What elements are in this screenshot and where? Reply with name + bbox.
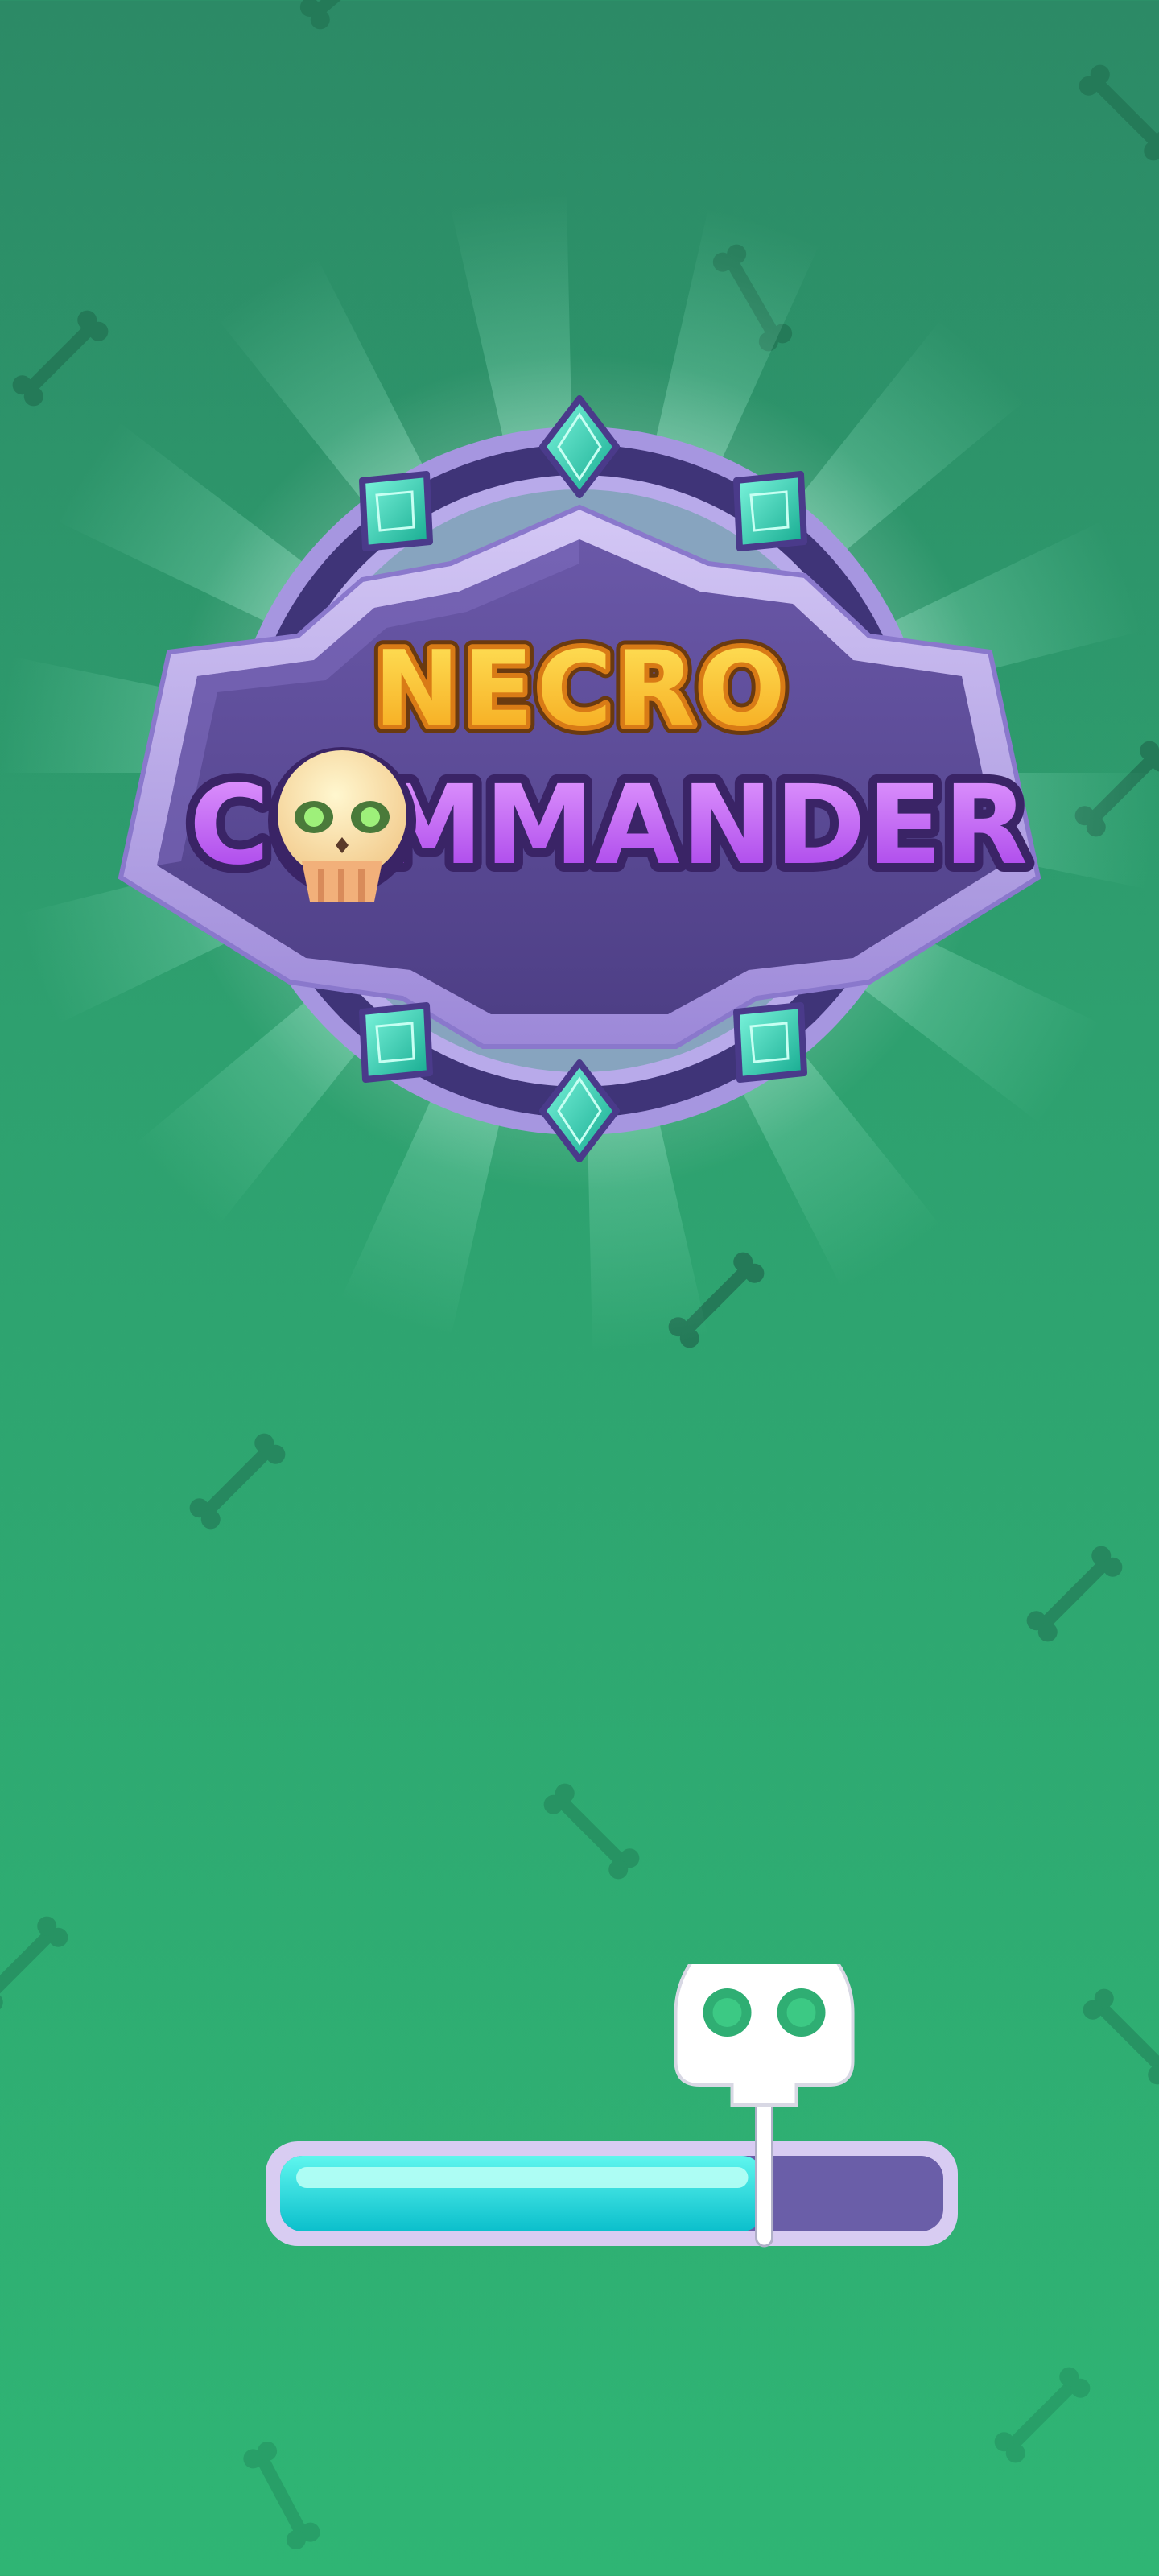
bone-icon: [184, 1427, 291, 1535]
bone-icon: [1073, 59, 1159, 167]
bone-icon: [988, 2361, 1096, 2469]
title-line-2-start: C: [189, 762, 270, 890]
game-logo: NECRO NECRO NECRO C C MMANDER MMANDER: [118, 395, 1041, 1162]
gem-icon: [733, 1002, 807, 1083]
gem-icon: [359, 1002, 433, 1083]
title-line-2-end: MMANDER: [374, 762, 1029, 890]
title-line-1: NECRO: [373, 630, 789, 749]
gem-icon: [733, 471, 807, 551]
bone-icon: [1021, 1540, 1128, 1648]
gem-icon: [359, 471, 433, 551]
splash-screen: { "game": { "title_line1": "NECRO", "tit…: [0, 0, 1159, 2576]
bone-icon: [0, 1910, 74, 2018]
bone-icon: [294, 0, 407, 35]
bone-icon: [538, 1777, 645, 1885]
loading-bar: [266, 1964, 958, 2248]
bone-icon: [239, 2434, 324, 2556]
bone-icon: [1077, 1983, 1159, 2091]
